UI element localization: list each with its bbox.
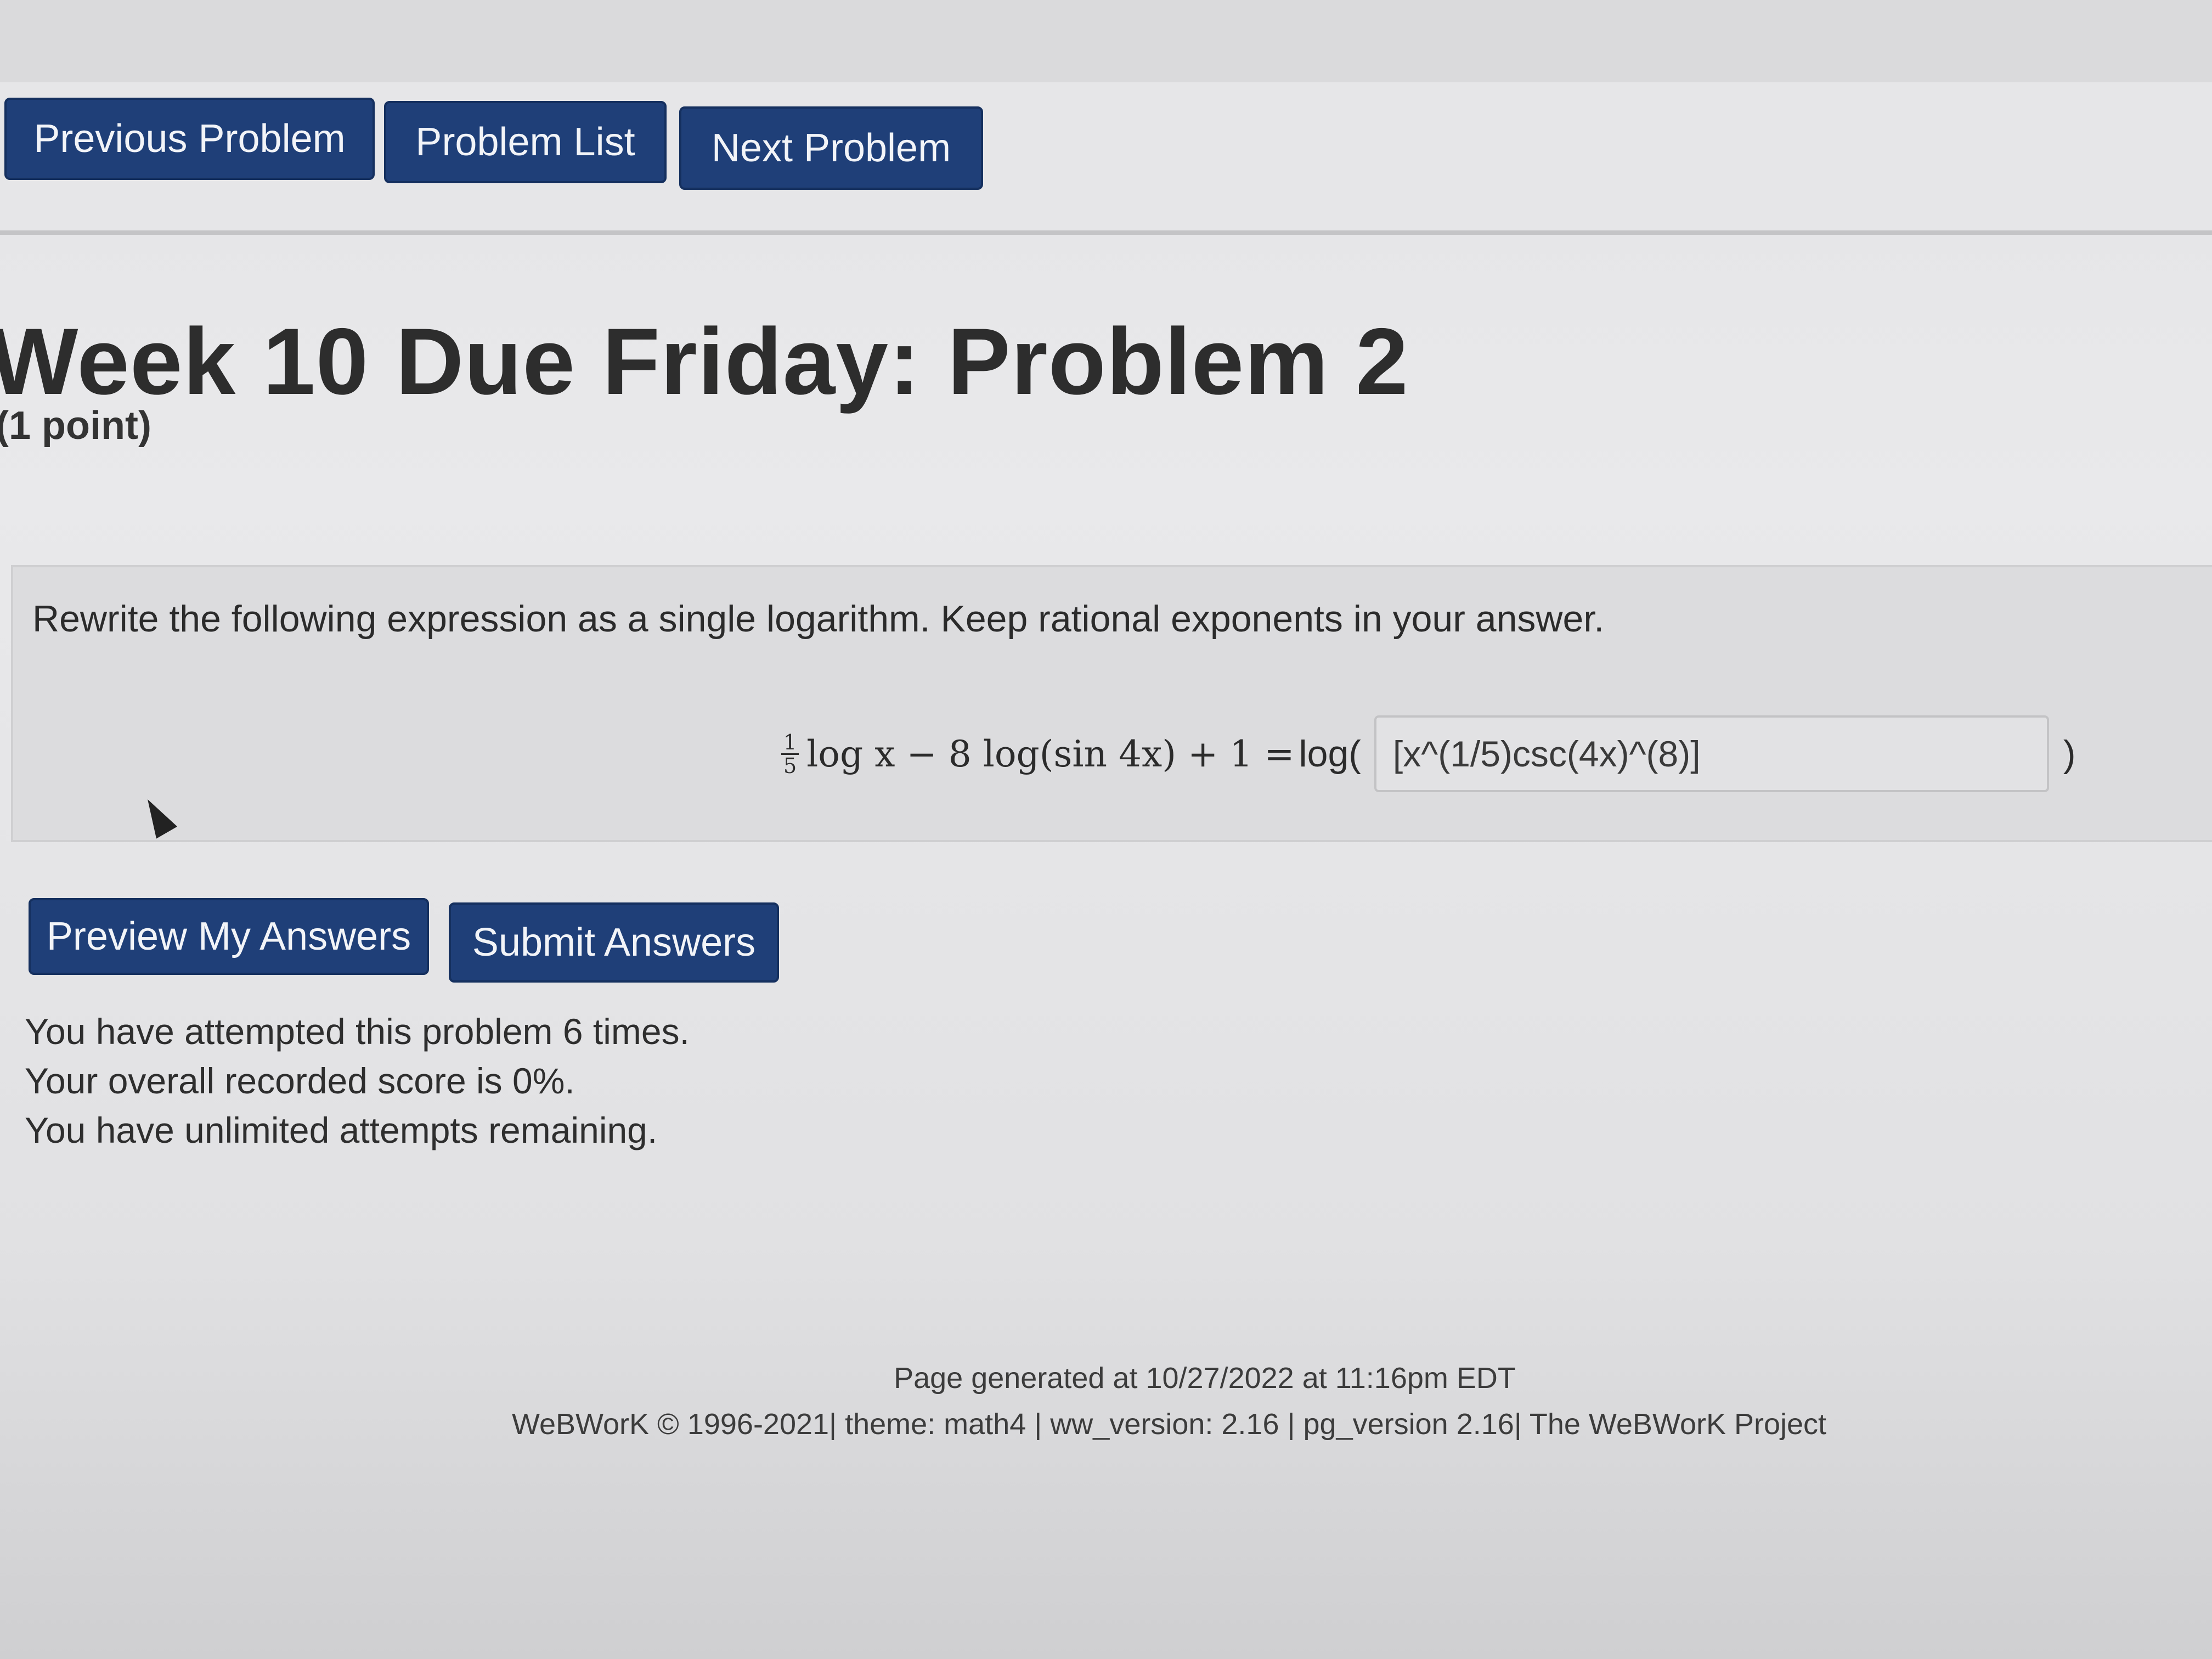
- footer-generated: Page generated at 10/27/2022 at 11:16pm …: [894, 1362, 1516, 1395]
- math-expression: 1 5 log x − 8 log(sin 4x) + 1 =: [781, 731, 1295, 777]
- expression-text: log x − 8 log(sin 4x) + 1 =: [806, 732, 1295, 775]
- remaining-text: You have unlimited attempts remaining.: [25, 1110, 658, 1150]
- problem-instructions: Rewrite the following expression as a si…: [32, 598, 1605, 640]
- fraction-denominator: 5: [783, 753, 797, 778]
- footer-credits: WeBWorK © 1996-2021| theme: math4 | ww_v…: [511, 1408, 1827, 1441]
- fraction: 1 5: [781, 731, 799, 777]
- preview-answers-button[interactable]: Preview My Answers: [29, 898, 429, 975]
- fraction-numerator: 1: [781, 731, 799, 755]
- attempts-text: You have attempted this problem 6 times.: [25, 1011, 690, 1052]
- log-prefix: log(: [1299, 733, 1361, 775]
- score-text: Your overall recorded score is 0%.: [25, 1060, 575, 1101]
- top-strip: [0, 0, 2212, 84]
- previous-problem-button[interactable]: Previous Problem: [4, 98, 375, 180]
- attempt-status: You have attempted this problem 6 times.…: [25, 1007, 690, 1155]
- next-problem-button[interactable]: Next Problem: [679, 106, 983, 190]
- page-footer: Page generated at 10/27/2022 at 11:16pm …: [0, 1355, 2212, 1447]
- problem-points: (1 point): [0, 404, 151, 448]
- problem-body: Rewrite the following expression as a si…: [11, 565, 2212, 842]
- answer-input[interactable]: [1374, 715, 2049, 792]
- page-title: Week 10 Due Friday: Problem 2: [0, 309, 1409, 414]
- submit-answers-button[interactable]: Submit Answers: [449, 902, 779, 983]
- equation-row: 1 5 log x − 8 log(sin 4x) + 1 = log( ): [781, 715, 2076, 792]
- close-paren: ): [2063, 733, 2076, 775]
- webwork-page: Previous Problem Problem List Next Probl…: [0, 0, 2212, 1659]
- problem-list-button[interactable]: Problem List: [384, 101, 667, 183]
